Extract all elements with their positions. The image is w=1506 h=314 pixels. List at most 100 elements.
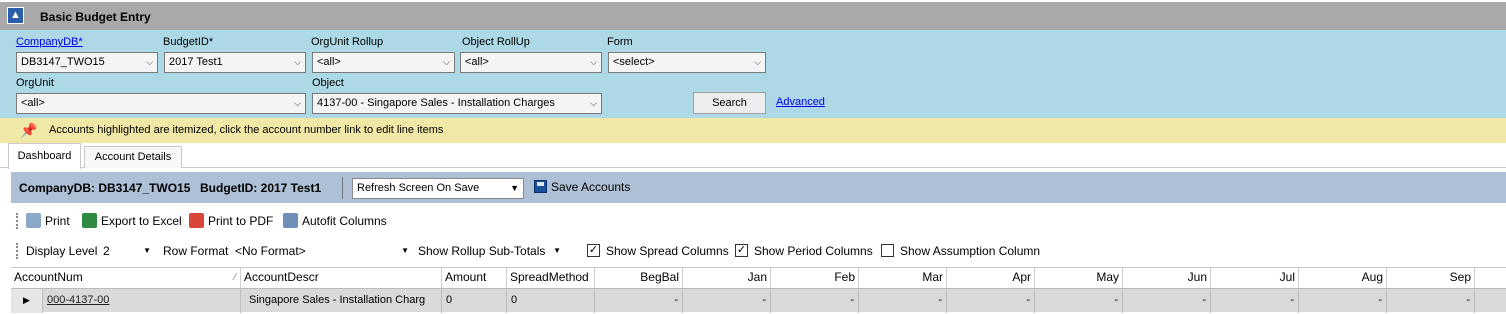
column-header-begbal[interactable]: BegBal	[595, 268, 683, 288]
resize-grip-icon: ⁄	[234, 272, 236, 283]
object-label: Object	[312, 77, 344, 89]
spread-columns-checkbox[interactable]: ✓	[587, 244, 600, 257]
column-header-accountdescr[interactable]: AccountDescr	[241, 268, 442, 288]
advanced-link[interactable]: Advanced	[776, 96, 825, 108]
info-text: Accounts highlighted are itemized, click…	[49, 124, 444, 136]
collapse-up-icon[interactable]: ▲	[7, 7, 24, 24]
page-title: Basic Budget Entry	[40, 10, 151, 24]
dropdown-arrow-icon: ▼	[553, 246, 561, 255]
display-level-select[interactable]: 2 ▼	[101, 241, 153, 261]
sep-cell[interactable]: -	[1387, 289, 1475, 313]
object-rollup-select[interactable]: <all> ⌵	[460, 52, 602, 73]
column-label: AccountNum	[14, 270, 83, 284]
begbal-cell[interactable]: -	[595, 289, 683, 313]
printer-icon	[26, 213, 41, 228]
excel-icon	[82, 213, 97, 228]
orgunit-label: OrgUnit	[16, 77, 54, 89]
assumption-column-checkbox[interactable]	[881, 244, 894, 257]
column-header-spreadmethod[interactable]: SpreadMethod	[507, 268, 595, 288]
print-pdf-button[interactable]: Print to PDF	[189, 213, 273, 228]
column-header-apr[interactable]: Apr	[947, 268, 1035, 288]
company-db-select[interactable]: DB3147_TWO15 ⌵	[16, 52, 158, 73]
print-pdf-label: Print to PDF	[208, 214, 274, 228]
period-columns-label: Show Period Columns	[754, 244, 873, 258]
column-header-may[interactable]: May	[1035, 268, 1123, 288]
filter-panel: CompanyDB* DB3147_TWO15 ⌵ BudgetID* 2017 …	[0, 30, 1506, 118]
tab-account-details[interactable]: Account Details	[84, 146, 182, 168]
table-row: ▶ 000-4137-00 Singapore Sales - Installa…	[11, 288, 1506, 313]
dropdown-arrow-icon: ▼	[510, 183, 519, 193]
chevron-down-icon: ⌵	[146, 57, 153, 67]
object-value: 4137-00 - Singapore Sales - Installation…	[317, 97, 555, 109]
save-icon	[534, 180, 547, 193]
period-columns-checkbox[interactable]: ✓	[735, 244, 748, 257]
spread-method-cell[interactable]: 0	[507, 289, 595, 313]
form-label: Form	[607, 36, 633, 48]
company-db-value: DB3147_TWO15	[21, 56, 105, 68]
form-value: <select>	[613, 56, 655, 68]
toolbar-export: Print Export to Excel Print to PDF Autof…	[11, 207, 1506, 235]
feb-cell[interactable]: -	[771, 289, 859, 313]
table-icon	[283, 213, 298, 228]
tab-dashboard[interactable]: Dashboard	[8, 143, 81, 169]
header-bar: CompanyDB: DB3147_TWO15 BudgetID: 2017 T…	[11, 172, 1506, 203]
column-header-aug[interactable]: Aug	[1299, 268, 1387, 288]
amount-cell[interactable]: 0	[442, 289, 507, 313]
column-header-sep[interactable]: Sep	[1387, 268, 1475, 288]
mar-cell[interactable]: -	[859, 289, 947, 313]
jun-cell[interactable]: -	[1123, 289, 1211, 313]
account-descr-cell[interactable]: Singapore Sales - Installation Charg	[241, 289, 442, 313]
orgunit-select[interactable]: <all> ⌵	[16, 93, 306, 114]
orgunit-value: <all>	[21, 97, 45, 109]
budget-id-select[interactable]: 2017 Test1 ⌵	[164, 52, 306, 73]
object-select[interactable]: 4137-00 - Singapore Sales - Installation…	[312, 93, 602, 114]
display-level-label: Display Level	[26, 244, 98, 258]
object-rollup-label: Object RollUp	[462, 36, 530, 48]
account-number-link[interactable]: 000-4137-00	[43, 289, 241, 313]
pdf-icon	[189, 213, 204, 228]
search-button[interactable]: Search	[693, 92, 766, 114]
rollup-subtotals-label: Show Rollup Sub-Totals	[418, 244, 546, 258]
column-header-amount[interactable]: Amount	[442, 268, 507, 288]
rollup-subtotals-select[interactable]: Show Rollup Sub-Totals ▼	[416, 241, 563, 261]
column-header-jan[interactable]: Jan	[683, 268, 771, 288]
form-select[interactable]: <select> ⌵	[608, 52, 766, 73]
may-cell[interactable]: -	[1035, 289, 1123, 313]
autofit-columns-button[interactable]: Autofit Columns	[283, 213, 387, 228]
column-header-mar[interactable]: Mar	[859, 268, 947, 288]
budget-id-value: 2017 Test1	[169, 56, 223, 68]
toolbar-grip[interactable]	[16, 213, 19, 229]
refresh-select[interactable]: Refresh Screen On Save ▼	[352, 178, 524, 199]
export-excel-button[interactable]: Export to Excel	[82, 213, 182, 228]
toolbar-grip[interactable]	[16, 243, 19, 259]
print-button[interactable]: Print	[26, 213, 70, 228]
jan-cell[interactable]: -	[683, 289, 771, 313]
apr-cell[interactable]: -	[947, 289, 1035, 313]
company-db-label[interactable]: CompanyDB*	[16, 36, 83, 48]
pushpin-icon: 📌	[20, 122, 38, 138]
budget-id-label: BudgetID*	[163, 36, 214, 48]
tab-strip: Dashboard Account Details	[0, 143, 1506, 169]
orgunit-rollup-label: OrgUnit Rollup	[311, 36, 384, 48]
column-header-accountnum[interactable]: AccountNum ⁄	[11, 268, 241, 288]
chevron-down-icon: ⌵	[294, 57, 301, 67]
row-format-select[interactable]: <No Format> ▼	[233, 241, 411, 261]
column-header-jul[interactable]: Jul	[1211, 268, 1299, 288]
header-budget: BudgetID: 2017 Test1	[200, 181, 322, 195]
jul-cell[interactable]: -	[1211, 289, 1299, 313]
autofit-label: Autofit Columns	[302, 214, 387, 228]
chevron-down-icon: ⌵	[443, 57, 450, 67]
dropdown-arrow-icon: ▼	[401, 246, 409, 255]
divider	[342, 177, 343, 199]
save-accounts-label: Save Accounts	[551, 180, 631, 194]
toolbar-display: Display Level 2 ▼ Row Format <No Format> ▼…	[11, 239, 1506, 265]
save-accounts-button[interactable]: Save Accounts	[534, 180, 630, 194]
object-rollup-value: <all>	[465, 56, 489, 68]
column-header-jun[interactable]: Jun	[1123, 268, 1211, 288]
expand-row-icon[interactable]: ▶	[11, 289, 43, 313]
column-header-feb[interactable]: Feb	[771, 268, 859, 288]
spread-columns-label: Show Spread Columns	[606, 244, 729, 258]
orgunit-rollup-select[interactable]: <all> ⌵	[312, 52, 455, 73]
chevron-down-icon: ⌵	[294, 98, 301, 108]
aug-cell[interactable]: -	[1299, 289, 1387, 313]
